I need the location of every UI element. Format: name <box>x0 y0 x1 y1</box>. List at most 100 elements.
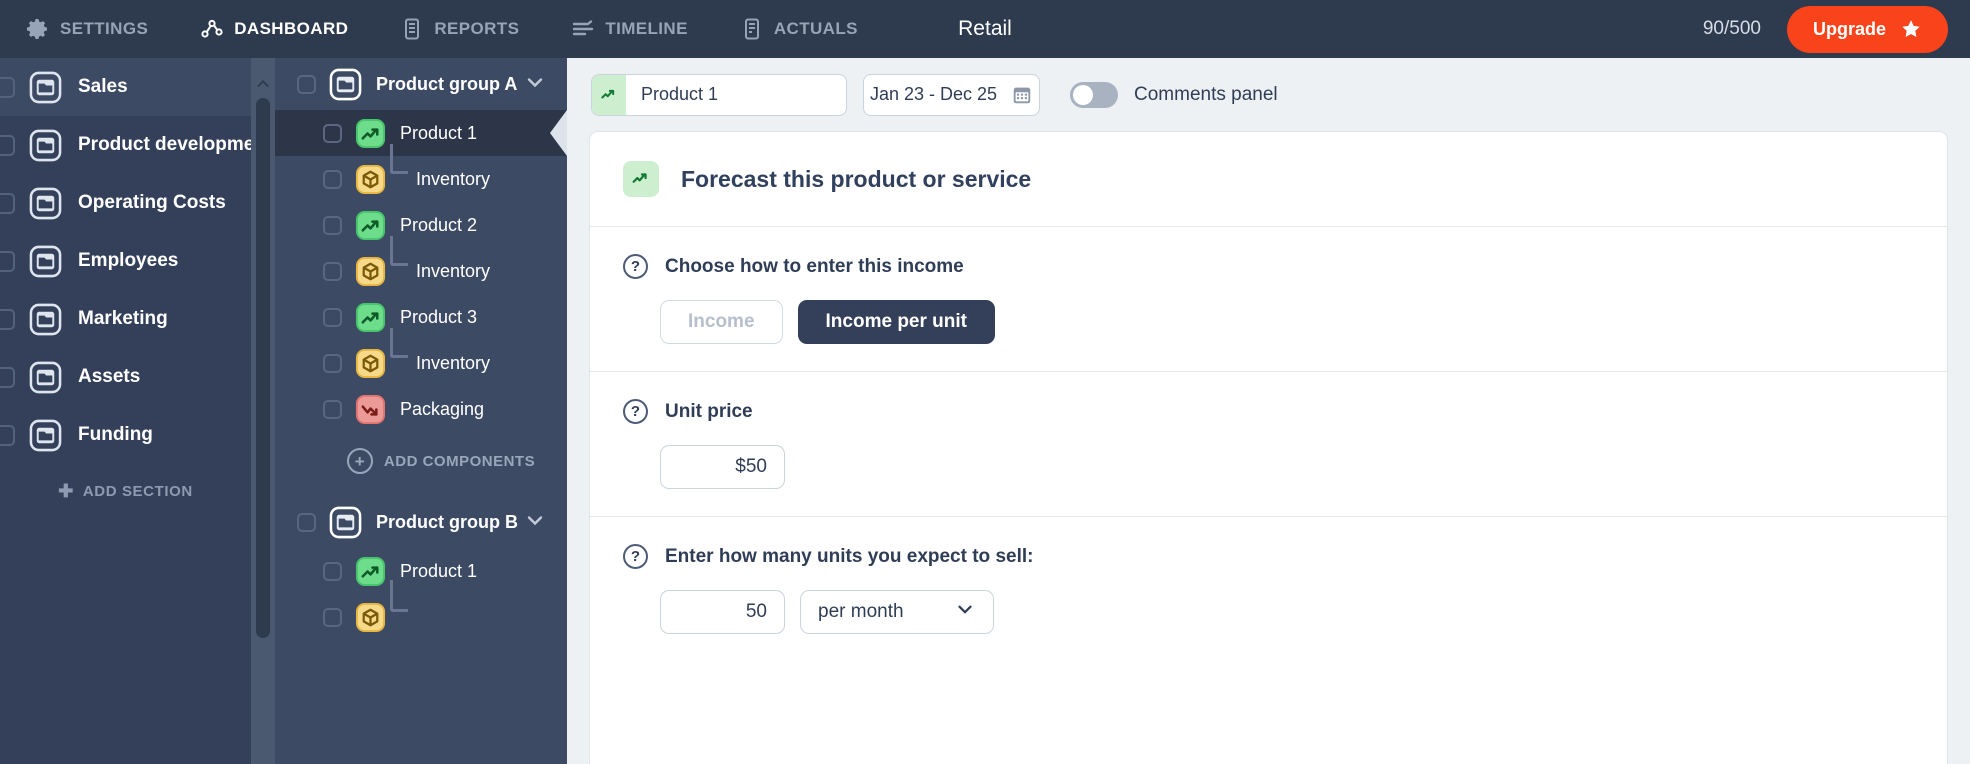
income-trend-icon <box>355 210 386 241</box>
tree-group-label: Product group A <box>376 73 518 94</box>
chevron-down-icon <box>954 598 976 626</box>
sidebar-checkbox[interactable] <box>0 424 15 446</box>
tree-item-product-1-b[interactable]: Product 1 <box>275 548 567 594</box>
tree-item-inventory-1[interactable]: Inventory <box>275 144 567 202</box>
tree-item-label: Packaging <box>400 398 485 419</box>
sidebar-checkbox[interactable] <box>0 134 15 156</box>
help-icon[interactable]: ? <box>623 254 648 279</box>
sidebar-item-employees[interactable]: Employees <box>0 232 251 290</box>
tree-item-inventory-3[interactable]: Inventory <box>275 328 567 386</box>
add-section-button[interactable]: ✚ ADD SECTION <box>0 482 251 500</box>
unit-price-input[interactable]: $50 <box>660 445 785 489</box>
selected-product-chip[interactable]: Product 1 <box>591 73 847 116</box>
upgrade-button-label: Upgrade <box>1812 18 1886 39</box>
tree-item-packaging[interactable]: Packaging <box>275 386 567 432</box>
nav-label-actuals: ACTUALS <box>773 19 858 38</box>
section-income-mode: ? Choose how to enter this income Income… <box>590 227 1947 371</box>
tree-checkbox[interactable] <box>297 512 316 532</box>
sidebar-checkbox[interactable] <box>0 308 15 330</box>
add-section-label: ADD SECTION <box>82 482 193 500</box>
tree-group-product-group-a[interactable]: Product group A <box>275 58 567 110</box>
cost-trend-icon <box>355 394 386 425</box>
help-icon[interactable]: ? <box>623 544 648 569</box>
toggle-track[interactable] <box>1070 81 1118 108</box>
timeline-sliders-icon <box>571 17 595 41</box>
reports-document-icon <box>400 17 424 41</box>
sidebar-item-assets[interactable]: Assets <box>0 348 251 406</box>
tree-checkbox[interactable] <box>323 123 342 143</box>
tree-checkbox[interactable] <box>323 399 342 419</box>
sidebar-checkbox[interactable] <box>0 250 15 272</box>
main-content: Product 1 Jan 23 - Dec 25 Comments panel <box>567 58 1970 764</box>
tree-item-product-3[interactable]: Product 3 <box>275 294 567 340</box>
income-option-button[interactable]: Income <box>660 300 783 344</box>
sidebar-scrollbar[interactable] <box>251 58 275 764</box>
nav-item-timeline[interactable]: TIMELINE <box>545 0 714 58</box>
income-trend-icon <box>355 556 386 587</box>
chevron-down-icon[interactable] <box>523 70 547 99</box>
tree-checkbox[interactable] <box>323 353 342 373</box>
date-range-label: Jan 23 - Dec 25 <box>869 84 998 104</box>
tree-group-product-group-b[interactable]: Product group B <box>275 496 567 548</box>
dashboard-nodes-icon <box>200 17 224 41</box>
tree-checkbox[interactable] <box>297 74 316 94</box>
sidebar-item-funding[interactable]: Funding <box>0 406 251 464</box>
sidebar-item-marketing[interactable]: Marketing <box>0 290 251 348</box>
tree-checkbox[interactable] <box>323 169 342 189</box>
app-body: Sales Product development Operating Cost… <box>0 58 1970 764</box>
tree-checkbox[interactable] <box>323 607 342 627</box>
sidebar-checkbox[interactable] <box>0 192 15 214</box>
add-components-button[interactable]: + ADD COMPONENTS <box>275 448 567 474</box>
nav-item-reports[interactable]: REPORTS <box>374 0 545 58</box>
chevron-down-icon[interactable] <box>523 508 547 537</box>
sidebar-item-product-development[interactable]: Product development <box>0 116 251 174</box>
scroll-up-icon[interactable] <box>251 58 275 92</box>
units-quantity-input[interactable]: 50 <box>660 590 785 634</box>
tree-item-product-1-a[interactable]: Product 1 <box>275 110 567 156</box>
tree-checkbox[interactable] <box>323 307 342 327</box>
tree-item-inventory-b[interactable] <box>275 580 567 640</box>
tree-group-label: Product group B <box>376 511 518 532</box>
toggle-knob <box>1073 84 1093 105</box>
tree-checkbox[interactable] <box>323 215 342 235</box>
forecast-card-header: Forecast this product or service <box>590 132 1947 226</box>
folder-icon <box>29 129 62 162</box>
folder-icon <box>329 506 362 539</box>
tree-item-inventory-2[interactable]: Inventory <box>275 236 567 294</box>
forecast-card-title: Forecast this product or service <box>681 165 1032 192</box>
tree-item-label: Inventory <box>416 168 491 189</box>
tree-checkbox[interactable] <box>323 261 342 281</box>
comments-panel-label: Comments panel <box>1134 83 1278 105</box>
income-trend-icon <box>592 74 626 115</box>
income-per-unit-option-button[interactable]: Income per unit <box>797 300 995 344</box>
nav-item-dashboard[interactable]: DASHBOARD <box>174 0 374 58</box>
calendar-icon <box>1011 84 1033 106</box>
sidebar-checkbox[interactable] <box>0 76 15 98</box>
quota-counter: 90/500 <box>1702 18 1761 39</box>
comments-panel-toggle[interactable]: Comments panel <box>1070 81 1278 108</box>
component-tree-panel: Product group A Product 1 Inventory Prod… <box>275 58 567 764</box>
tree-item-label: Product 3 <box>400 306 478 327</box>
section-units-sold: ? Enter how many units you expect to sel… <box>590 517 1947 661</box>
date-range-picker[interactable]: Jan 23 - Dec 25 <box>863 73 1040 116</box>
frequency-select[interactable]: per month <box>800 590 994 634</box>
sidebar-checkbox[interactable] <box>0 366 15 388</box>
help-icon[interactable]: ? <box>623 399 648 424</box>
frequency-select-value: per month <box>818 601 904 622</box>
nav-item-settings[interactable]: SETTINGS <box>0 0 174 58</box>
tree-checkbox[interactable] <box>323 561 342 581</box>
scrollbar-thumb[interactable] <box>256 98 270 638</box>
nav-item-actuals[interactable]: ACTUALS <box>714 0 884 58</box>
income-trend-icon <box>623 161 659 197</box>
section-unit-price-label: Unit price <box>665 400 753 422</box>
sidebar-item-sales[interactable]: Sales <box>0 58 251 116</box>
app-root: SETTINGS DASHBOARD REPORTS TIMELINE ACTU… <box>0 0 1970 764</box>
folder-icon <box>29 419 62 452</box>
upgrade-button[interactable]: Upgrade <box>1786 5 1948 53</box>
main-toolbar: Product 1 Jan 23 - Dec 25 Comments panel <box>567 58 1970 131</box>
sidebar-item-operating-costs[interactable]: Operating Costs <box>0 174 251 232</box>
forecast-card: Forecast this product or service ? Choos… <box>589 131 1948 764</box>
sidebar-item-label: Funding <box>78 424 153 445</box>
tree-item-label: Inventory <box>416 260 491 281</box>
tree-item-product-2[interactable]: Product 2 <box>275 202 567 248</box>
